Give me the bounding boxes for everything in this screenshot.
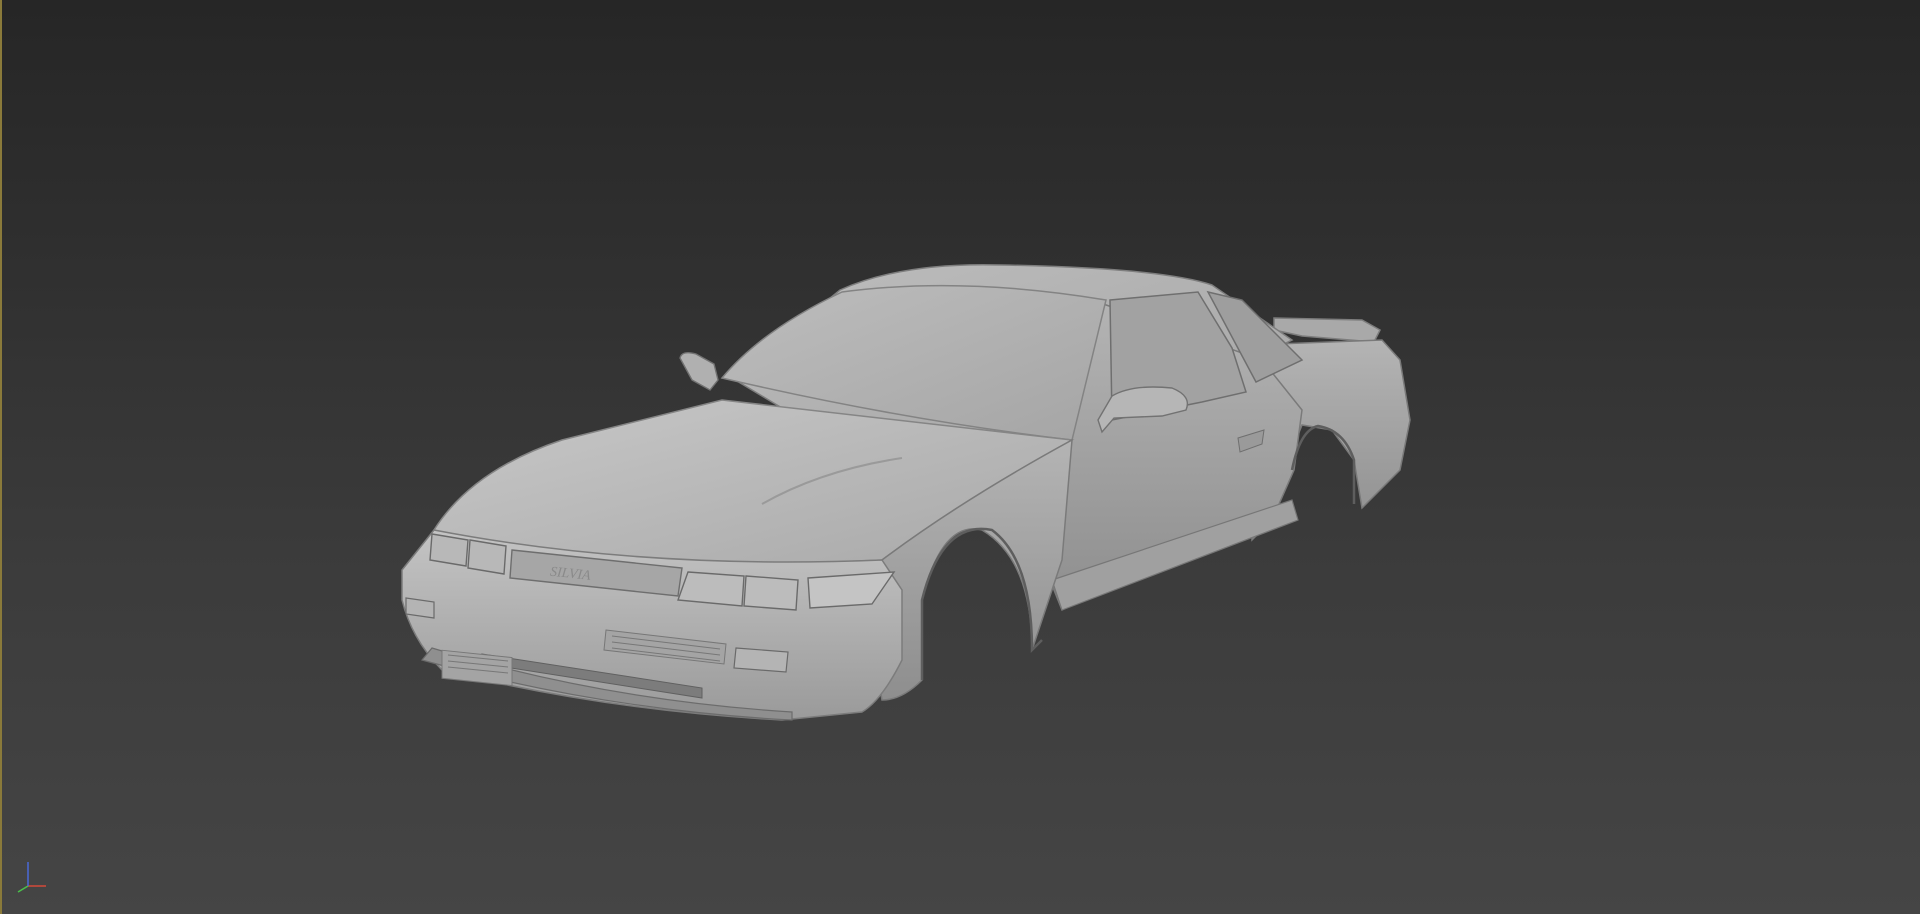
headlight-right-1 <box>677 571 745 607</box>
headlight-left-inner <box>467 539 507 575</box>
headlight-right-2 <box>743 575 799 611</box>
car-body-model[interactable]: SILVIA <box>2 0 1920 914</box>
side-mirror-left <box>679 351 719 391</box>
gizmo-y-axis <box>17 885 29 893</box>
axis-gizmo <box>8 856 52 896</box>
headlight-left-outer <box>429 533 469 567</box>
fog-light-right <box>733 647 789 673</box>
3d-viewport[interactable]: SILVIA <box>0 0 1920 914</box>
fog-light-left <box>405 597 435 619</box>
